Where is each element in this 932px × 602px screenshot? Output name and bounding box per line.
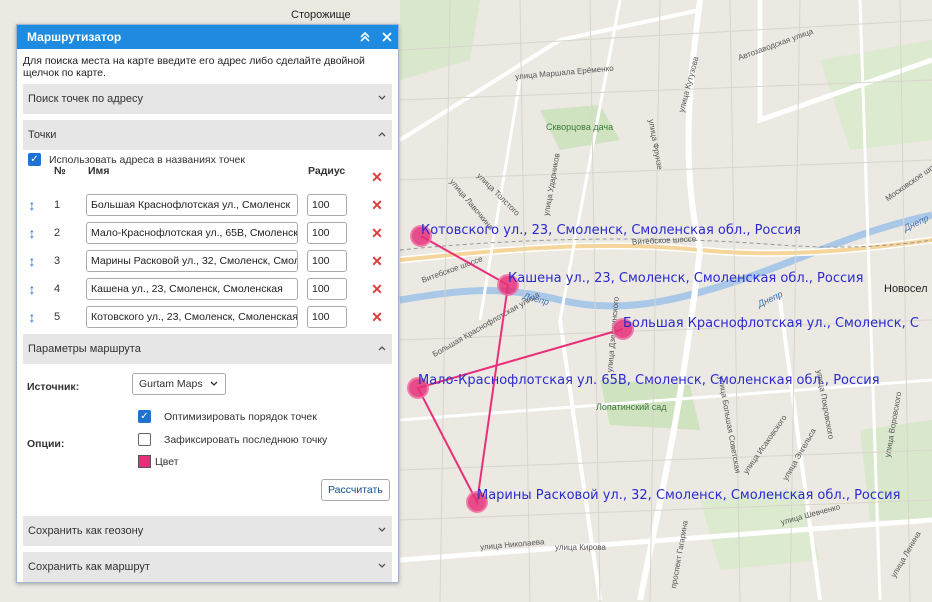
- color-swatch[interactable]: [138, 455, 151, 468]
- section-search-by-address[interactable]: Поиск точек по адресу: [23, 84, 392, 114]
- point-name-input[interactable]: Мало-Краснофлотская ул., 65В, Смоленск: [86, 222, 298, 244]
- table-row: ↕ 5 Котовского ул., 23, Смоленск, Смолен…: [23, 306, 394, 328]
- close-icon[interactable]: [376, 26, 398, 48]
- fix-last-checkbox[interactable]: [138, 433, 151, 446]
- delete-all-icon[interactable]: ✕: [370, 169, 384, 186]
- calculate-button[interactable]: Рассчитать: [321, 479, 390, 501]
- section-points[interactable]: Точки: [23, 120, 392, 150]
- table-row: ↕ 2 Мало-Краснофлотская ул., 65В, Смолен…: [23, 222, 394, 244]
- point-name-input[interactable]: Марины Расковой ул., 32, Смоленск, Смоле…: [86, 250, 298, 272]
- row-num: 2: [54, 227, 61, 239]
- panel-header: Маршрутизатор: [17, 25, 398, 49]
- optimize-checkbox[interactable]: ✓: [138, 410, 151, 423]
- drag-handle-icon[interactable]: ↕: [25, 225, 39, 241]
- section-route-params[interactable]: Параметры маршрута: [23, 334, 392, 364]
- chevron-down-icon: [210, 381, 218, 386]
- point-name-input[interactable]: Большая Краснофлотская ул., Смоленск: [86, 194, 298, 216]
- delete-point-icon[interactable]: ✕: [370, 281, 384, 298]
- panel-title: Маршрутизатор: [27, 30, 122, 44]
- optimize-row[interactable]: ✓ Оптимизировать порядок точек: [138, 410, 317, 423]
- chevron-down-icon: [372, 561, 392, 574]
- row-num: 1: [54, 199, 61, 211]
- point-radius-input[interactable]: 100: [307, 222, 347, 244]
- section-label: Сохранить как маршрут: [28, 561, 150, 573]
- drag-handle-icon[interactable]: ↕: [25, 281, 39, 297]
- double-chevron-up-icon[interactable]: [354, 26, 376, 48]
- route-point-label: Марины Расковой ул., 32, Смоленск, Смоле…: [477, 488, 901, 503]
- chevron-up-icon: [372, 129, 392, 142]
- section-label: Сохранить как геозону: [28, 525, 144, 537]
- router-panel: Маршрутизатор Для поиска места на карте …: [16, 24, 399, 583]
- optimize-label: Оптимизировать порядок точек: [164, 410, 317, 423]
- section-save-geozone[interactable]: Сохранить как геозону: [23, 516, 392, 546]
- section-label: Точки: [28, 129, 57, 141]
- source-label: Источник:: [27, 381, 80, 393]
- point-radius-input[interactable]: 100: [307, 278, 347, 300]
- col-name: Имя: [88, 165, 110, 177]
- params-block: Источник: Gurtam Maps ✓ Оптимизировать п…: [23, 364, 392, 510]
- section-label: Поиск точек по адресу: [28, 93, 143, 105]
- delete-point-icon[interactable]: ✕: [370, 253, 384, 270]
- delete-point-icon[interactable]: ✕: [370, 225, 384, 242]
- route-point-label: Мало-Краснофлотская ул. 65В, Смоленск, С…: [418, 373, 880, 388]
- col-radius: Радиус: [308, 165, 346, 177]
- drag-handle-icon[interactable]: ↕: [25, 253, 39, 269]
- row-num: 5: [54, 311, 61, 323]
- route-point-label: Кашена ул., 23, Смоленск, Смоленская обл…: [508, 271, 864, 286]
- point-name-input[interactable]: Котовского ул., 23, Смоленск, Смоленская: [86, 306, 298, 328]
- table-row: ↕ 4 Кашена ул., 23, Смоленск, Смоленская…: [23, 278, 394, 300]
- point-radius-input[interactable]: 100: [307, 306, 347, 328]
- drag-handle-icon[interactable]: ↕: [25, 309, 39, 325]
- row-num: 3: [54, 255, 61, 267]
- source-select[interactable]: Gurtam Maps: [132, 373, 226, 395]
- source-value: Gurtam Maps: [139, 378, 203, 390]
- drag-handle-icon[interactable]: ↕: [25, 197, 39, 213]
- point-radius-input[interactable]: 100: [307, 194, 347, 216]
- use-addresses-checkbox[interactable]: ✓: [28, 153, 41, 166]
- chevron-down-icon: [372, 525, 392, 538]
- options-label: Опции:: [27, 438, 65, 450]
- table-row: ↕ 1 Большая Краснофлотская ул., Смоленск…: [23, 194, 394, 216]
- route-point-label: Котовского ул., 23, Смоленск, Смоленская…: [421, 223, 801, 238]
- use-addresses-label: Использовать адреса в названиях точек: [49, 153, 245, 166]
- col-num: №: [54, 165, 66, 177]
- chevron-up-icon: [372, 343, 392, 356]
- color-row[interactable]: Цвет: [138, 455, 179, 468]
- table-row: ↕ 3 Марины Расковой ул., 32, Смоленск, С…: [23, 250, 394, 272]
- points-block: ✓ Использовать адреса в названиях точек …: [23, 150, 392, 328]
- fix-last-label: Зафиксировать последнюю точку: [164, 433, 328, 446]
- row-num: 4: [54, 283, 61, 295]
- route-point-label: Большая Краснофлотская ул., Смоленск, С: [623, 316, 919, 331]
- point-name-input[interactable]: Кашена ул., 23, Смоленск, Смоленская: [86, 278, 298, 300]
- section-label: Параметры маршрута: [28, 343, 141, 355]
- panel-hint: Для поиска места на карте введите его ад…: [23, 55, 365, 79]
- fix-last-row[interactable]: Зафиксировать последнюю точку: [138, 433, 327, 446]
- section-save-route[interactable]: Сохранить как маршрут: [23, 552, 392, 582]
- delete-point-icon[interactable]: ✕: [370, 309, 384, 326]
- color-label: Цвет: [155, 455, 179, 468]
- chevron-down-icon: [372, 93, 392, 106]
- delete-point-icon[interactable]: ✕: [370, 197, 384, 214]
- point-radius-input[interactable]: 100: [307, 250, 347, 272]
